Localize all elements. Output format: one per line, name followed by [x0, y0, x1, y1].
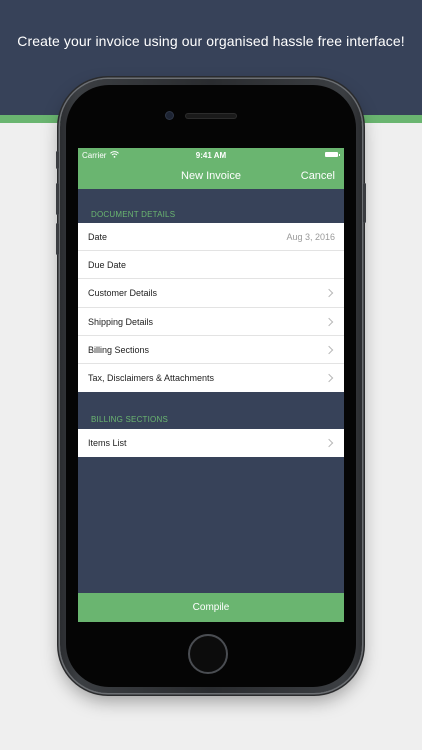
- document-details-list: Date Aug 3, 2016 Due Date Customer Detai…: [78, 223, 344, 393]
- volume-down-button: [56, 223, 59, 255]
- volume-up-button: [56, 183, 59, 215]
- section-header-billing-sections: BILLING SECTIONS: [91, 415, 168, 424]
- status-time: 9:41 AM: [195, 151, 227, 160]
- chevron-right-icon: [324, 317, 334, 326]
- compile-button[interactable]: Compile: [78, 593, 344, 622]
- row-label: Due Date: [88, 260, 127, 271]
- shipping-details-row[interactable]: Shipping Details: [78, 308, 344, 336]
- date-value: Aug 3, 2016: [286, 232, 335, 242]
- mute-switch: [56, 151, 59, 169]
- chevron-right-icon: [324, 438, 334, 448]
- speaker-grille: [186, 114, 236, 118]
- row-label: Tax, Disclaimers & Attachments: [88, 372, 215, 383]
- tax-disclaimers-attachments-row[interactable]: Tax, Disclaimers & Attachments: [78, 364, 344, 392]
- items-list-row[interactable]: Items List: [78, 429, 344, 457]
- row-label: Customer Details: [88, 288, 158, 299]
- row-label: Billing Sections: [88, 344, 150, 355]
- date-row[interactable]: Date Aug 3, 2016: [78, 223, 344, 252]
- navigation-bar: Carrier 9:41 AM New Invoice Cancel: [78, 148, 344, 189]
- billing-sections-row[interactable]: Billing Sections: [78, 336, 344, 364]
- chevron-right-icon: [324, 373, 334, 383]
- app-screen: Carrier 9:41 AM New Invoice Cancel DOCUM…: [78, 148, 344, 622]
- cancel-button[interactable]: Cancel: [301, 170, 335, 182]
- chevron-right-icon: [324, 289, 334, 298]
- section-header-document-details: DOCUMENT DETAILS: [91, 210, 176, 219]
- row-label: Items List: [88, 438, 127, 448]
- front-camera-icon: [166, 112, 173, 119]
- chevron-right-icon: [324, 345, 334, 354]
- home-button: [188, 634, 228, 674]
- phone-frame: Carrier 9:41 AM New Invoice Cancel DOCUM…: [56, 79, 366, 693]
- row-label: Date: [88, 232, 108, 242]
- customer-details-row[interactable]: Customer Details: [78, 279, 344, 308]
- headline: Create your invoice using our organised …: [17, 33, 405, 49]
- due-date-row[interactable]: Due Date: [78, 251, 344, 280]
- row-label: Shipping Details: [88, 316, 154, 327]
- billing-sections-list: Items List: [78, 429, 344, 458]
- battery-icon: [325, 152, 340, 157]
- power-button: [363, 183, 366, 223]
